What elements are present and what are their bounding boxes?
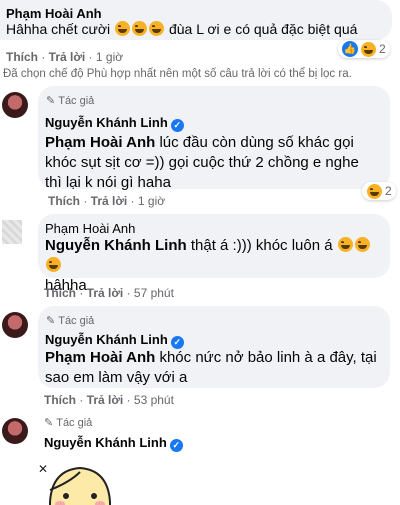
comment-time[interactable]: 1 giờ — [138, 194, 165, 208]
haha-emoji-icon — [367, 183, 382, 199]
haha-emoji-icon — [337, 237, 353, 252]
verified-badge-icon: ✓ — [169, 439, 183, 452]
author-name-text: Nguyễn Khánh Linh — [45, 332, 168, 347]
avatar[interactable] — [2, 312, 28, 338]
mention-link[interactable]: Phạm Hoài Anh — [45, 134, 155, 151]
haha-emoji-icon — [46, 257, 61, 272]
comment-text: Phạm Hoài Anh khóc nức nở bảo linh à a đ… — [45, 348, 383, 388]
like-reaction-icon: 👍 — [342, 41, 358, 57]
comment-author-name[interactable]: Phạm Hoài Anh — [6, 5, 102, 22]
haha-emoji-icon — [354, 237, 370, 252]
comment-text-part: đùa L ơi e có quả đặc biệt quá — [168, 21, 358, 37]
reaction-count: 2 — [379, 42, 386, 56]
sticker-face-icon — [49, 466, 111, 505]
comment-actions: Thích · Trả lời · 53 phút — [44, 393, 174, 407]
reply-link[interactable]: Trả lời — [87, 286, 124, 300]
author-tag: ✎ Tác giả — [46, 314, 94, 328]
like-link[interactable]: Thích — [48, 194, 80, 208]
author-name-text: Nguyễn Khánh Linh — [45, 115, 168, 130]
comment-time[interactable]: 53 phút — [134, 393, 174, 407]
haha-emoji-icon — [115, 21, 131, 36]
comment-actions: Thích · Trả lời · 57 phút — [44, 286, 174, 300]
reaction-summary[interactable]: 👍 2 — [338, 40, 390, 58]
comment-time[interactable]: 1 giờ — [96, 50, 123, 64]
avatar[interactable] — [2, 418, 28, 444]
author-name-text: Nguyễn Khánh Linh — [44, 435, 167, 450]
comment-text-part: Hâhha chết cười — [6, 21, 111, 37]
comment-author-name[interactable]: Nguyễn Khánh Linh ✓ — [45, 114, 184, 132]
author-tag-label: Tác giả — [56, 417, 93, 429]
sticker-image — [40, 462, 120, 505]
comment-bubble: ✎ Tác giả Nguyễn Khánh Linh ✓ Phạm Hoài A… — [38, 306, 390, 388]
like-link[interactable]: Thích — [6, 50, 38, 64]
author-tag: ✎ Tác giả — [44, 416, 183, 430]
mention-link[interactable]: Nguyễn Khánh Linh — [45, 237, 187, 254]
comment-text-part: thật á :))) khóc luôn á — [190, 237, 333, 254]
reaction-summary[interactable]: 2 — [362, 182, 396, 200]
comment-text: Hâhha chết cười đùa L ơi e có quả đặc bi… — [6, 21, 357, 38]
comment-bubble: Phạm Hoài Anh Hâhha chết cười đùa L ơi e… — [0, 0, 392, 40]
haha-emoji-icon — [149, 21, 165, 36]
avatar[interactable] — [2, 92, 28, 118]
reply-link[interactable]: Trả lời — [91, 194, 128, 208]
comment-text: Phạm Hoài Anh lúc đầu còn dùng số khác g… — [45, 133, 363, 193]
comment-bubble: ✎ Tác giả Nguyễn Khánh Linh ✓ Phạm Hoài A… — [38, 86, 390, 191]
comment-author-name[interactable]: Nguyễn Khánh Linh ✓ — [44, 434, 183, 452]
avatar[interactable] — [2, 220, 22, 244]
comment-actions: Thích · Trả lời · 1 giờ — [6, 50, 124, 64]
author-tag-label: Tác giả — [58, 95, 95, 107]
like-link[interactable]: Thích — [44, 286, 76, 300]
reply-link[interactable]: Trả lời — [87, 393, 124, 407]
verified-badge-icon: ✓ — [170, 119, 184, 132]
comment-time[interactable]: 57 phút — [134, 286, 174, 300]
haha-emoji-icon — [132, 21, 148, 36]
pen-icon: ✎ — [46, 95, 56, 107]
mention-link[interactable]: Phạm Hoài Anh — [45, 349, 155, 366]
reply-link[interactable]: Trả lời — [49, 50, 86, 64]
filter-notice: Đã chọn chế độ Phù hợp nhất nên một số c… — [3, 68, 352, 80]
like-link[interactable]: Thích — [44, 393, 76, 407]
pen-icon: ✎ — [46, 315, 56, 327]
comment-author-name[interactable]: Phạm Hoài Anh — [45, 220, 135, 237]
comment-header: ✎ Tác giả Nguyễn Khánh Linh ✓ — [44, 416, 183, 452]
comment-bubble: Phạm Hoài Anh Nguyễn Khánh Linh thật á :… — [38, 214, 390, 294]
comment-author-name[interactable]: Nguyễn Khánh Linh ✓ — [45, 331, 184, 349]
author-tag-label: Tác giả — [58, 315, 95, 327]
pen-icon: ✎ — [44, 417, 54, 429]
comment-actions: Thích · Trả lời · 1 giờ — [48, 194, 166, 208]
haha-emoji-icon — [361, 41, 376, 57]
sparkle-icon: ✕ — [38, 462, 49, 476]
reaction-count: 2 — [385, 184, 392, 198]
author-tag: ✎ Tác giả — [46, 94, 94, 108]
